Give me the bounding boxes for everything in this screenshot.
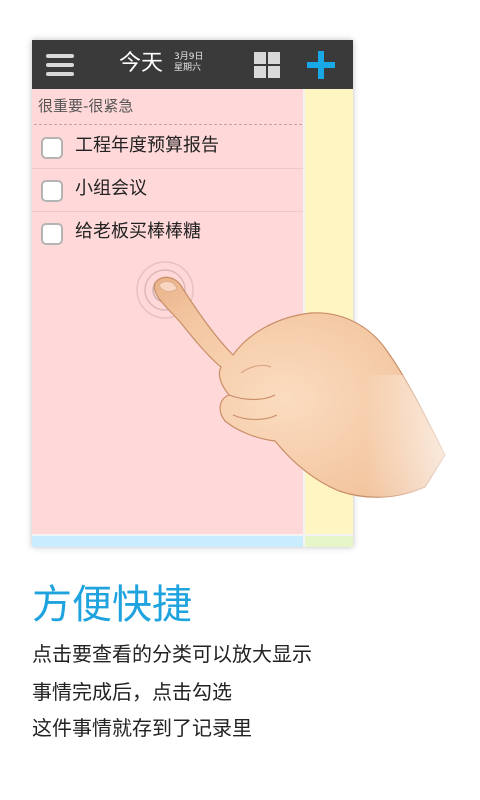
page-title: 今天 bbox=[119, 51, 164, 76]
task-label: 小组会议 bbox=[75, 178, 147, 199]
task-label: 给老板买棒棒糖 bbox=[75, 221, 201, 242]
promo-headline: 方便快捷 bbox=[32, 582, 192, 628]
promo-line: 点击要查看的分类可以放大显示 bbox=[32, 642, 312, 666]
quadrant-not-important-not-urgent[interactable] bbox=[305, 536, 353, 547]
top-bar: 今天 3月9日 星期六 bbox=[32, 40, 353, 89]
task-checkbox[interactable] bbox=[41, 137, 63, 159]
add-task-icon[interactable] bbox=[307, 51, 335, 79]
task-label: 工程年度预算报告 bbox=[75, 135, 219, 156]
task-checkbox[interactable] bbox=[41, 223, 63, 245]
grid-view-icon[interactable] bbox=[254, 52, 280, 78]
pointing-hand-illustration bbox=[136, 261, 480, 525]
task-item[interactable]: 小组会议 bbox=[32, 169, 303, 212]
date-display: 3月9日 星期六 bbox=[174, 52, 203, 74]
date-weekday: 星期六 bbox=[174, 63, 202, 73]
task-item[interactable]: 给老板买棒棒糖 bbox=[32, 212, 303, 255]
task-checkbox[interactable] bbox=[41, 180, 63, 202]
promo-line: 事情完成后，点击勾选 bbox=[32, 680, 232, 704]
promo-line: 这件事情就存到了记录里 bbox=[32, 716, 252, 740]
quadrant-heading: 很重要-很紧急 bbox=[38, 97, 134, 115]
task-item[interactable]: 工程年度预算报告 bbox=[32, 126, 303, 169]
heading-divider bbox=[34, 124, 302, 125]
menu-icon[interactable] bbox=[46, 54, 74, 76]
date-day: 3月9日 bbox=[174, 52, 204, 62]
quadrant-urgent-not-important[interactable] bbox=[32, 536, 303, 547]
